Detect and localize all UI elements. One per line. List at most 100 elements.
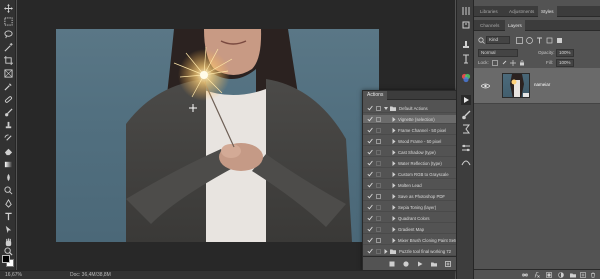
layer-row[interactable]: nameiar [474,68,600,104]
record-icon[interactable] [403,261,409,267]
dialog-toggle-icon[interactable] [376,150,381,155]
tab-layers[interactable]: Layers [505,20,525,31]
filter-smart-object-icon[interactable] [556,37,563,44]
brush-settings-panel-icon[interactable] [461,110,471,120]
checkmark-icon[interactable] [367,237,373,243]
marquee-tool-icon[interactable] [2,16,14,26]
checkmark-icon[interactable] [367,116,373,122]
dialog-toggle-icon[interactable] [376,139,381,144]
chevron-right-icon[interactable] [392,161,396,166]
paths-panel-icon[interactable] [461,157,471,167]
chevron-right-icon[interactable] [392,172,396,177]
checkmark-icon[interactable] [367,138,373,144]
action-row[interactable]: Frame Channel - 50 pixel [363,126,471,135]
tab-libraries[interactable]: Libraries [477,6,501,17]
dialog-toggle-icon[interactable] [376,161,381,166]
adjustments-panel-icon[interactable] [461,143,471,153]
character-panel-icon[interactable] [461,54,471,64]
properties-panel-icon[interactable] [461,20,471,30]
history-panel-icon[interactable] [461,6,471,16]
frame-tool-icon[interactable] [2,68,14,78]
checkmark-icon[interactable] [367,248,373,254]
chevron-right-icon[interactable] [392,216,396,221]
chevron-right-icon[interactable] [392,117,396,122]
lock-all-icon[interactable] [519,60,525,66]
lasso-tool-icon[interactable] [2,29,14,39]
action-row[interactable]: Vignette (selection) [363,115,471,124]
checkmark-icon[interactable] [367,193,373,199]
foreground-color-swatch[interactable] [2,255,10,263]
checkmark-icon[interactable] [367,149,373,155]
lock-pixels-brush-icon[interactable] [501,60,507,66]
chevron-right-icon[interactable] [384,249,388,254]
chevron-right-icon[interactable] [392,205,396,210]
stop-recording-icon[interactable] [389,261,395,267]
crop-tool-icon[interactable] [2,55,14,65]
dialog-toggle-icon[interactable] [376,238,381,243]
glyphs-panel-icon[interactable] [461,124,471,134]
chevron-right-icon[interactable] [392,227,396,232]
dialog-toggle-icon[interactable] [376,249,381,254]
action-row[interactable]: Cast Shadow (type) [363,148,471,157]
fill-input[interactable]: 100% [556,59,574,67]
action-set-row[interactable]: Puzzle tool final working 72 [363,247,471,256]
magic-wand-tool-icon[interactable] [2,42,14,52]
actions-play-panel-icon[interactable] [461,95,471,105]
eraser-tool-icon[interactable] [2,146,14,156]
dialog-toggle-icon[interactable] [376,106,381,111]
dialog-toggle-icon[interactable] [376,128,381,133]
clone-source-panel-icon[interactable] [461,40,471,50]
image-canvas[interactable] [56,29,379,242]
dodge-tool-icon[interactable] [2,185,14,195]
chevron-right-icon[interactable] [392,128,396,133]
lock-position-icon[interactable] [510,60,516,66]
path-selection-tool-icon[interactable] [2,224,14,234]
color-panel-icon[interactable] [461,73,471,83]
new-set-folder-icon[interactable] [431,261,437,267]
chevron-down-icon[interactable] [384,106,388,111]
layer-name[interactable]: nameiar [534,82,550,87]
action-set-row[interactable]: Default Actions [363,104,471,113]
checkmark-icon[interactable] [367,105,373,111]
action-row[interactable]: Sepia Toning (layer) [363,203,471,212]
type-tool-icon[interactable] [2,211,14,221]
chevron-right-icon[interactable] [392,238,396,243]
action-row[interactable]: Custom RGB to Grayscale [363,170,471,179]
layer-mask-icon[interactable] [546,272,552,278]
blend-mode-select[interactable]: Normal [478,49,518,57]
dialog-toggle-icon[interactable] [376,227,381,232]
document-size-info[interactable]: Doc: 36,4M/38,8M [70,271,111,279]
action-row[interactable]: Gradient Map [363,225,471,234]
checkmark-icon[interactable] [367,160,373,166]
chevron-right-icon[interactable] [392,194,396,199]
dialog-toggle-icon[interactable] [376,117,381,122]
tab-adjustments[interactable]: Adjustments [506,6,537,17]
checkmark-icon[interactable] [367,127,373,133]
layer-filter-kind-select[interactable]: Kind [486,36,510,44]
pen-tool-icon[interactable] [2,198,14,208]
brush-tool-icon[interactable] [2,107,14,117]
action-row[interactable]: Quadrant Colors [363,214,471,223]
lock-transparent-icon[interactable] [492,60,498,66]
checkmark-icon[interactable] [367,204,373,210]
eyedropper-tool-icon[interactable] [2,81,14,91]
new-group-folder-icon[interactable] [570,272,576,278]
gradient-tool-icon[interactable] [2,159,14,169]
checkmark-icon[interactable] [367,215,373,221]
opacity-input[interactable]: 100% [556,49,574,57]
blur-tool-icon[interactable] [2,172,14,182]
clone-stamp-tool-icon[interactable] [2,120,14,130]
chevron-right-icon[interactable] [392,139,396,144]
dialog-toggle-icon[interactable] [376,194,381,199]
action-row[interactable]: Save as Photoshop PDF [363,192,471,201]
checkmark-icon[interactable] [367,171,373,177]
filter-adjustment-icon[interactable] [526,37,533,44]
checkmark-icon[interactable] [367,182,373,188]
new-layer-icon[interactable] [580,272,586,278]
tab-channels[interactable]: Channels [477,20,502,31]
visibility-eye-icon[interactable] [481,83,490,89]
tab-styles[interactable]: Styles [538,6,557,17]
delete-layer-trash-icon[interactable] [590,272,596,278]
chevron-right-icon[interactable] [392,183,396,188]
filter-type-icon[interactable] [536,37,543,44]
